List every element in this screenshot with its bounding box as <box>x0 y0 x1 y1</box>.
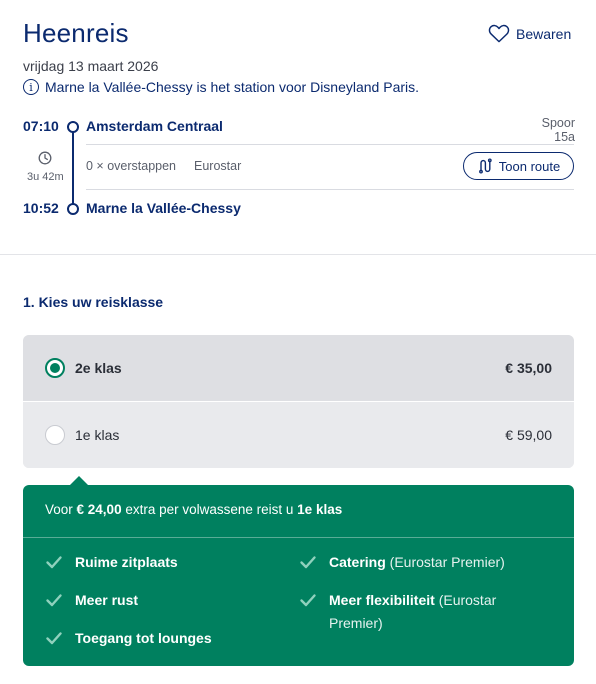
check-icon <box>46 632 62 645</box>
platform: Spoor 15a <box>541 116 575 144</box>
transfers: 0 × overstappen <box>86 159 176 173</box>
check-icon <box>46 556 62 569</box>
feature-item: Toegang tot lounges <box>45 627 212 650</box>
class-label: 1e klas <box>75 427 120 443</box>
promo-headline: Voor € 24,00 extra per volwassene reist … <box>45 502 342 517</box>
check-icon <box>46 594 62 607</box>
duration: 3u 42m <box>27 171 64 183</box>
show-route-label: Toon route <box>498 158 561 174</box>
class-option-2nd[interactable]: 2e klas € 35,00 <box>23 335 574 401</box>
feature-item: Catering (Eurostar Premier) <box>299 551 539 574</box>
feature-label: Ruime zitplaats <box>75 554 178 570</box>
heart-icon <box>488 24 510 43</box>
check-icon <box>300 594 316 607</box>
divider <box>86 144 574 145</box>
feature-label: Toegang tot lounges <box>75 630 212 646</box>
timeline-line <box>72 130 74 206</box>
divider <box>86 189 574 190</box>
feature-note: (Eurostar Premier) <box>385 554 505 570</box>
promo-middle: extra per volwassene reist u <box>121 502 298 517</box>
route-icon <box>478 158 492 174</box>
upgrade-promo: Voor € 24,00 extra per volwassene reist … <box>23 485 574 666</box>
departure-time: 07:10 <box>23 118 59 134</box>
section-divider <box>0 254 596 255</box>
class-options: 2e klas € 35,00 1e klas € 59,00 <box>23 335 574 468</box>
show-route-button[interactable]: Toon route <box>463 152 574 180</box>
clock-icon <box>38 151 52 165</box>
radio-unselected[interactable] <box>45 425 65 445</box>
travel-date: vrijdag 13 maart 2026 <box>23 58 159 74</box>
info-icon: i <box>23 79 39 95</box>
arrival-dot <box>67 203 79 215</box>
divider <box>23 537 574 538</box>
page-title: Heenreis <box>23 18 129 48</box>
promo-target: 1e klas <box>297 502 343 517</box>
class-section-title: 1. Kies uw reisklasse <box>23 294 164 310</box>
feature-label: Meer rust <box>75 592 139 608</box>
save-label: Bewaren <box>516 25 572 42</box>
arrival-time: 10:52 <box>23 200 59 216</box>
promo-prefix: Voor <box>45 502 77 517</box>
arrival-station: Marne la Vallée-Chessy <box>86 200 241 216</box>
radio-selected[interactable] <box>45 358 65 378</box>
info-notice: i Marne la Vallée-Chessy is het station … <box>23 79 419 95</box>
class-option-1st[interactable]: 1e klas € 59,00 <box>23 402 574 468</box>
departure-dot <box>67 121 79 133</box>
feature-label: Meer flexibiliteit <box>329 592 435 608</box>
info-text: Marne la Vallée-Chessy is het station vo… <box>45 79 420 95</box>
check-icon <box>300 556 316 569</box>
feature-item: Meer flexibiliteit (Eurostar Premier) <box>299 589 519 635</box>
class-label: 2e klas <box>75 360 122 376</box>
operator: Eurostar <box>194 159 242 173</box>
feature-item: Meer rust <box>45 589 138 612</box>
class-price: € 59,00 <box>505 427 552 443</box>
class-price: € 35,00 <box>505 360 552 376</box>
promo-amount: € 24,00 <box>76 502 122 517</box>
feature-label: Catering <box>329 554 386 570</box>
departure-station: Amsterdam Centraal <box>86 118 223 134</box>
save-button[interactable]: Bewaren <box>488 24 571 43</box>
feature-item: Ruime zitplaats <box>45 551 178 574</box>
